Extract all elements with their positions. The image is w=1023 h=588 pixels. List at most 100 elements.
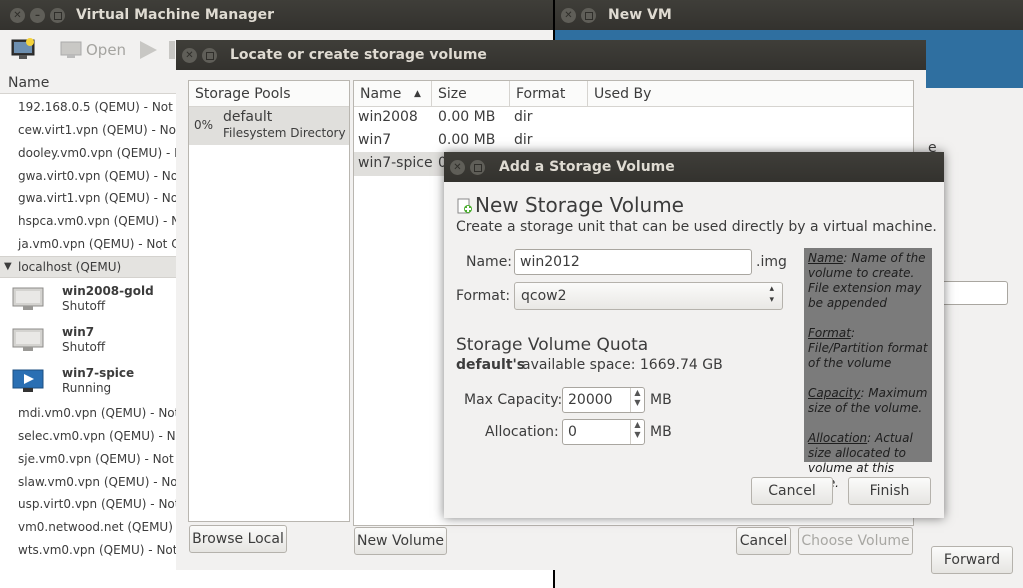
addvol-titlebar[interactable]: ✕ Add a Storage Volume <box>444 152 944 182</box>
expander-down-icon[interactable]: ▼ <box>4 257 12 277</box>
pool-usage: 0% <box>194 118 214 132</box>
list-item[interactable]: hspca.vm0.vpn (QEMU) - Not <box>18 214 192 228</box>
max-capacity-value: 20000 <box>568 392 613 408</box>
maximize-icon[interactable] <box>470 160 485 175</box>
format-value: qcow2 <box>521 288 567 304</box>
spin-arrows-icon[interactable]: ▲ ▼ <box>630 388 644 412</box>
locate-titlebar[interactable]: ✕ Locate or create storage volume <box>176 40 926 70</box>
open-button[interactable]: Open <box>86 41 126 59</box>
maximize-icon[interactable] <box>202 48 217 63</box>
table-cell: dir <box>514 132 533 148</box>
pool-name: default's <box>456 357 526 373</box>
new-vm-titlebar[interactable]: ✕ New VM <box>555 0 1023 30</box>
close-icon[interactable]: ✕ <box>450 160 465 175</box>
minimize-icon[interactable]: – <box>30 8 45 23</box>
finish-button[interactable]: Finish <box>848 477 931 505</box>
new-document-icon <box>457 198 472 214</box>
close-icon[interactable]: ✕ <box>561 8 576 23</box>
allocation-label: Allocation: <box>485 424 559 440</box>
max-capacity-spinner[interactable]: 20000 ▲ ▼ <box>562 387 645 413</box>
vmm-titlebar[interactable]: ✕ – Virtual Machine Manager <box>0 0 553 30</box>
quota-heading: Storage Volume Quota <box>456 335 649 355</box>
allocation-value: 0 <box>568 424 577 440</box>
available-space: available space: 1669.74 GB <box>522 357 723 373</box>
name-suffix: .img <box>756 254 787 270</box>
size-column-header[interactable]: Size <box>432 81 510 107</box>
group-label: localhost (QEMU) <box>18 260 122 274</box>
list-item[interactable]: mdi.vm0.vpn (QEMU) - Not C <box>18 406 192 420</box>
cancel-button[interactable]: Cancel <box>736 527 791 555</box>
storage-pools-header[interactable]: Storage Pools <box>189 81 349 107</box>
list-item[interactable]: dooley.vm0.vpn (QEMU) - No <box>18 146 190 160</box>
list-item[interactable]: gwa.virt0.vpn (QEMU) - Not C <box>18 169 195 183</box>
close-icon[interactable]: ✕ <box>10 8 25 23</box>
cancel-button[interactable]: Cancel <box>751 477 833 505</box>
list-item[interactable]: vm0.netwood.net (QEMU) - No <box>18 520 201 534</box>
spin-arrows-icon[interactable]: ▲ ▼ <box>630 420 644 444</box>
forward-button[interactable]: Forward <box>931 546 1013 574</box>
format-label: Format: <box>456 288 511 304</box>
new-volume-button[interactable]: New Volume <box>354 527 447 555</box>
window-title: Virtual Machine Manager <box>76 7 275 23</box>
list-item[interactable]: 192.168.0.5 (QEMU) - Not Co <box>18 100 192 114</box>
storage-pools-panel: Storage Pools 0% default Filesystem Dire… <box>188 80 350 522</box>
monitor-icon <box>60 41 82 58</box>
vm-name: win2008-gold <box>62 284 154 298</box>
maximize-icon[interactable] <box>581 8 596 23</box>
format-select[interactable]: qcow2 ▴ ▾ <box>514 282 783 310</box>
list-item[interactable]: sje.vm0.vpn (QEMU) - Not C <box>18 452 186 466</box>
list-item[interactable]: ja.vm0.vpn (QEMU) - Not Cor <box>18 237 192 251</box>
max-capacity-label: Max Capacity: <box>464 392 563 408</box>
help-term: Format <box>808 326 851 340</box>
used-by-column-header[interactable]: Used By <box>588 81 913 107</box>
maximize-icon[interactable] <box>50 8 65 23</box>
list-item[interactable]: cew.virt1.vpn (QEMU) - Not C <box>18 123 193 137</box>
table-row[interactable]: win7 <box>358 132 391 148</box>
name-column-header[interactable]: Name ▲ <box>354 81 432 107</box>
vm-status: Shutoff <box>62 299 106 313</box>
list-item[interactable]: slaw.vm0.vpn (QEMU) - Not <box>18 475 182 489</box>
list-item[interactable]: wts.vm0.vpn (QEMU) - Not C <box>18 543 190 557</box>
help-panel: Name: Name of the volume to create. File… <box>804 248 932 490</box>
table-row[interactable]: win7-spice <box>358 155 433 171</box>
monitor-off-icon <box>12 328 44 351</box>
updown-chevron-icon: ▴ ▾ <box>769 284 774 305</box>
vm-name: win7-spice <box>62 366 135 380</box>
browse-local-button[interactable]: Browse Local <box>189 525 287 553</box>
unit-label: MB <box>650 392 672 408</box>
choose-volume-button[interactable]: Choose Volume <box>798 527 913 555</box>
vm-status: Shutoff <box>62 340 106 354</box>
close-icon[interactable]: ✕ <box>182 48 197 63</box>
add-storage-volume-dialog: ✕ Add a Storage Volume New Storage Volum… <box>444 152 944 518</box>
text-field[interactable] <box>935 281 1008 305</box>
help-term: Allocation <box>808 431 868 445</box>
unit-label: MB <box>650 424 672 440</box>
new-vm-icon[interactable] <box>10 36 36 62</box>
window-title: New VM <box>608 7 672 23</box>
pool-type: Filesystem Directory <box>223 126 346 140</box>
window-title: Locate or create storage volume <box>230 47 487 63</box>
pool-name: default <box>223 109 273 125</box>
window-title: Add a Storage Volume <box>499 159 675 175</box>
list-item[interactable]: selec.vm0.vpn (QEMU) - Not <box>18 429 188 443</box>
list-item[interactable]: usp.virt0.vpn (QEMU) - Not C <box>18 497 192 511</box>
dialog-subtitle: Create a storage unit that can be used d… <box>456 219 937 235</box>
name-label: Name: <box>466 254 513 270</box>
monitor-running-icon <box>12 369 44 392</box>
format-column-header[interactable]: Format <box>510 81 588 107</box>
help-term: Name <box>808 251 844 265</box>
table-cell: 0.00 MB <box>438 109 496 125</box>
table-cell: dir <box>514 109 533 125</box>
column-label: Name <box>360 86 402 102</box>
name-field[interactable] <box>514 249 752 275</box>
allocation-spinner[interactable]: 0 ▲ ▼ <box>562 419 645 445</box>
vm-status: Running <box>62 381 112 395</box>
list-item[interactable]: gwa.virt1.vpn (QEMU) - Not C <box>18 191 195 205</box>
monitor-off-icon <box>12 287 44 310</box>
help-term: Capacity <box>808 386 861 400</box>
pool-row[interactable]: 0% default Filesystem Directory <box>189 107 349 145</box>
sort-up-icon: ▲ <box>414 89 421 99</box>
table-row[interactable]: win2008 <box>358 109 418 125</box>
dialog-heading: New Storage Volume <box>475 193 684 217</box>
play-icon[interactable] <box>137 39 159 61</box>
